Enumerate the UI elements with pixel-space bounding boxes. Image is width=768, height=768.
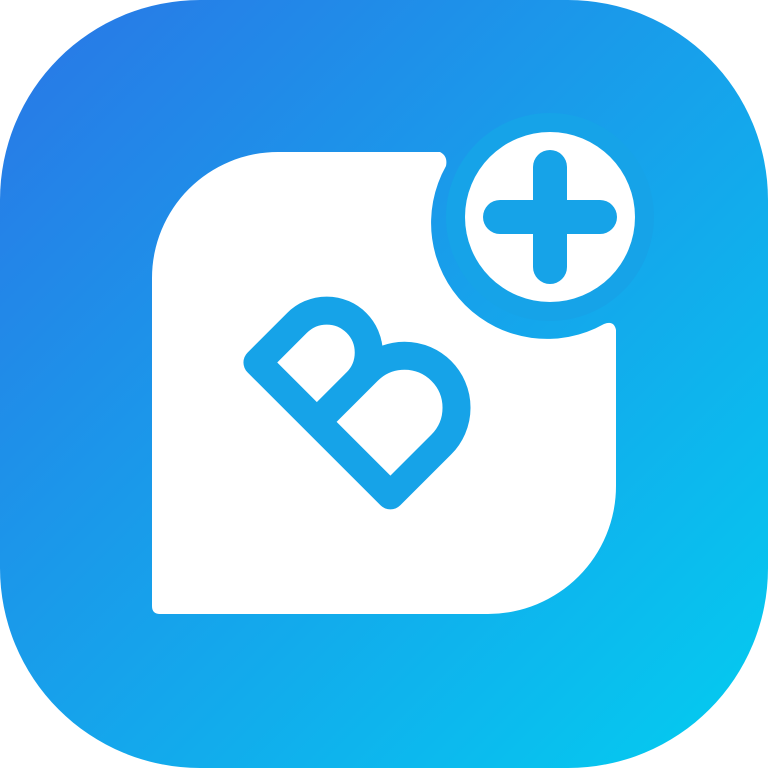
app-icon-graphic [0,0,768,768]
plus-badge-icon [446,113,654,321]
app-icon[interactable] [0,0,768,768]
plus-horizontal-bar [483,200,617,234]
